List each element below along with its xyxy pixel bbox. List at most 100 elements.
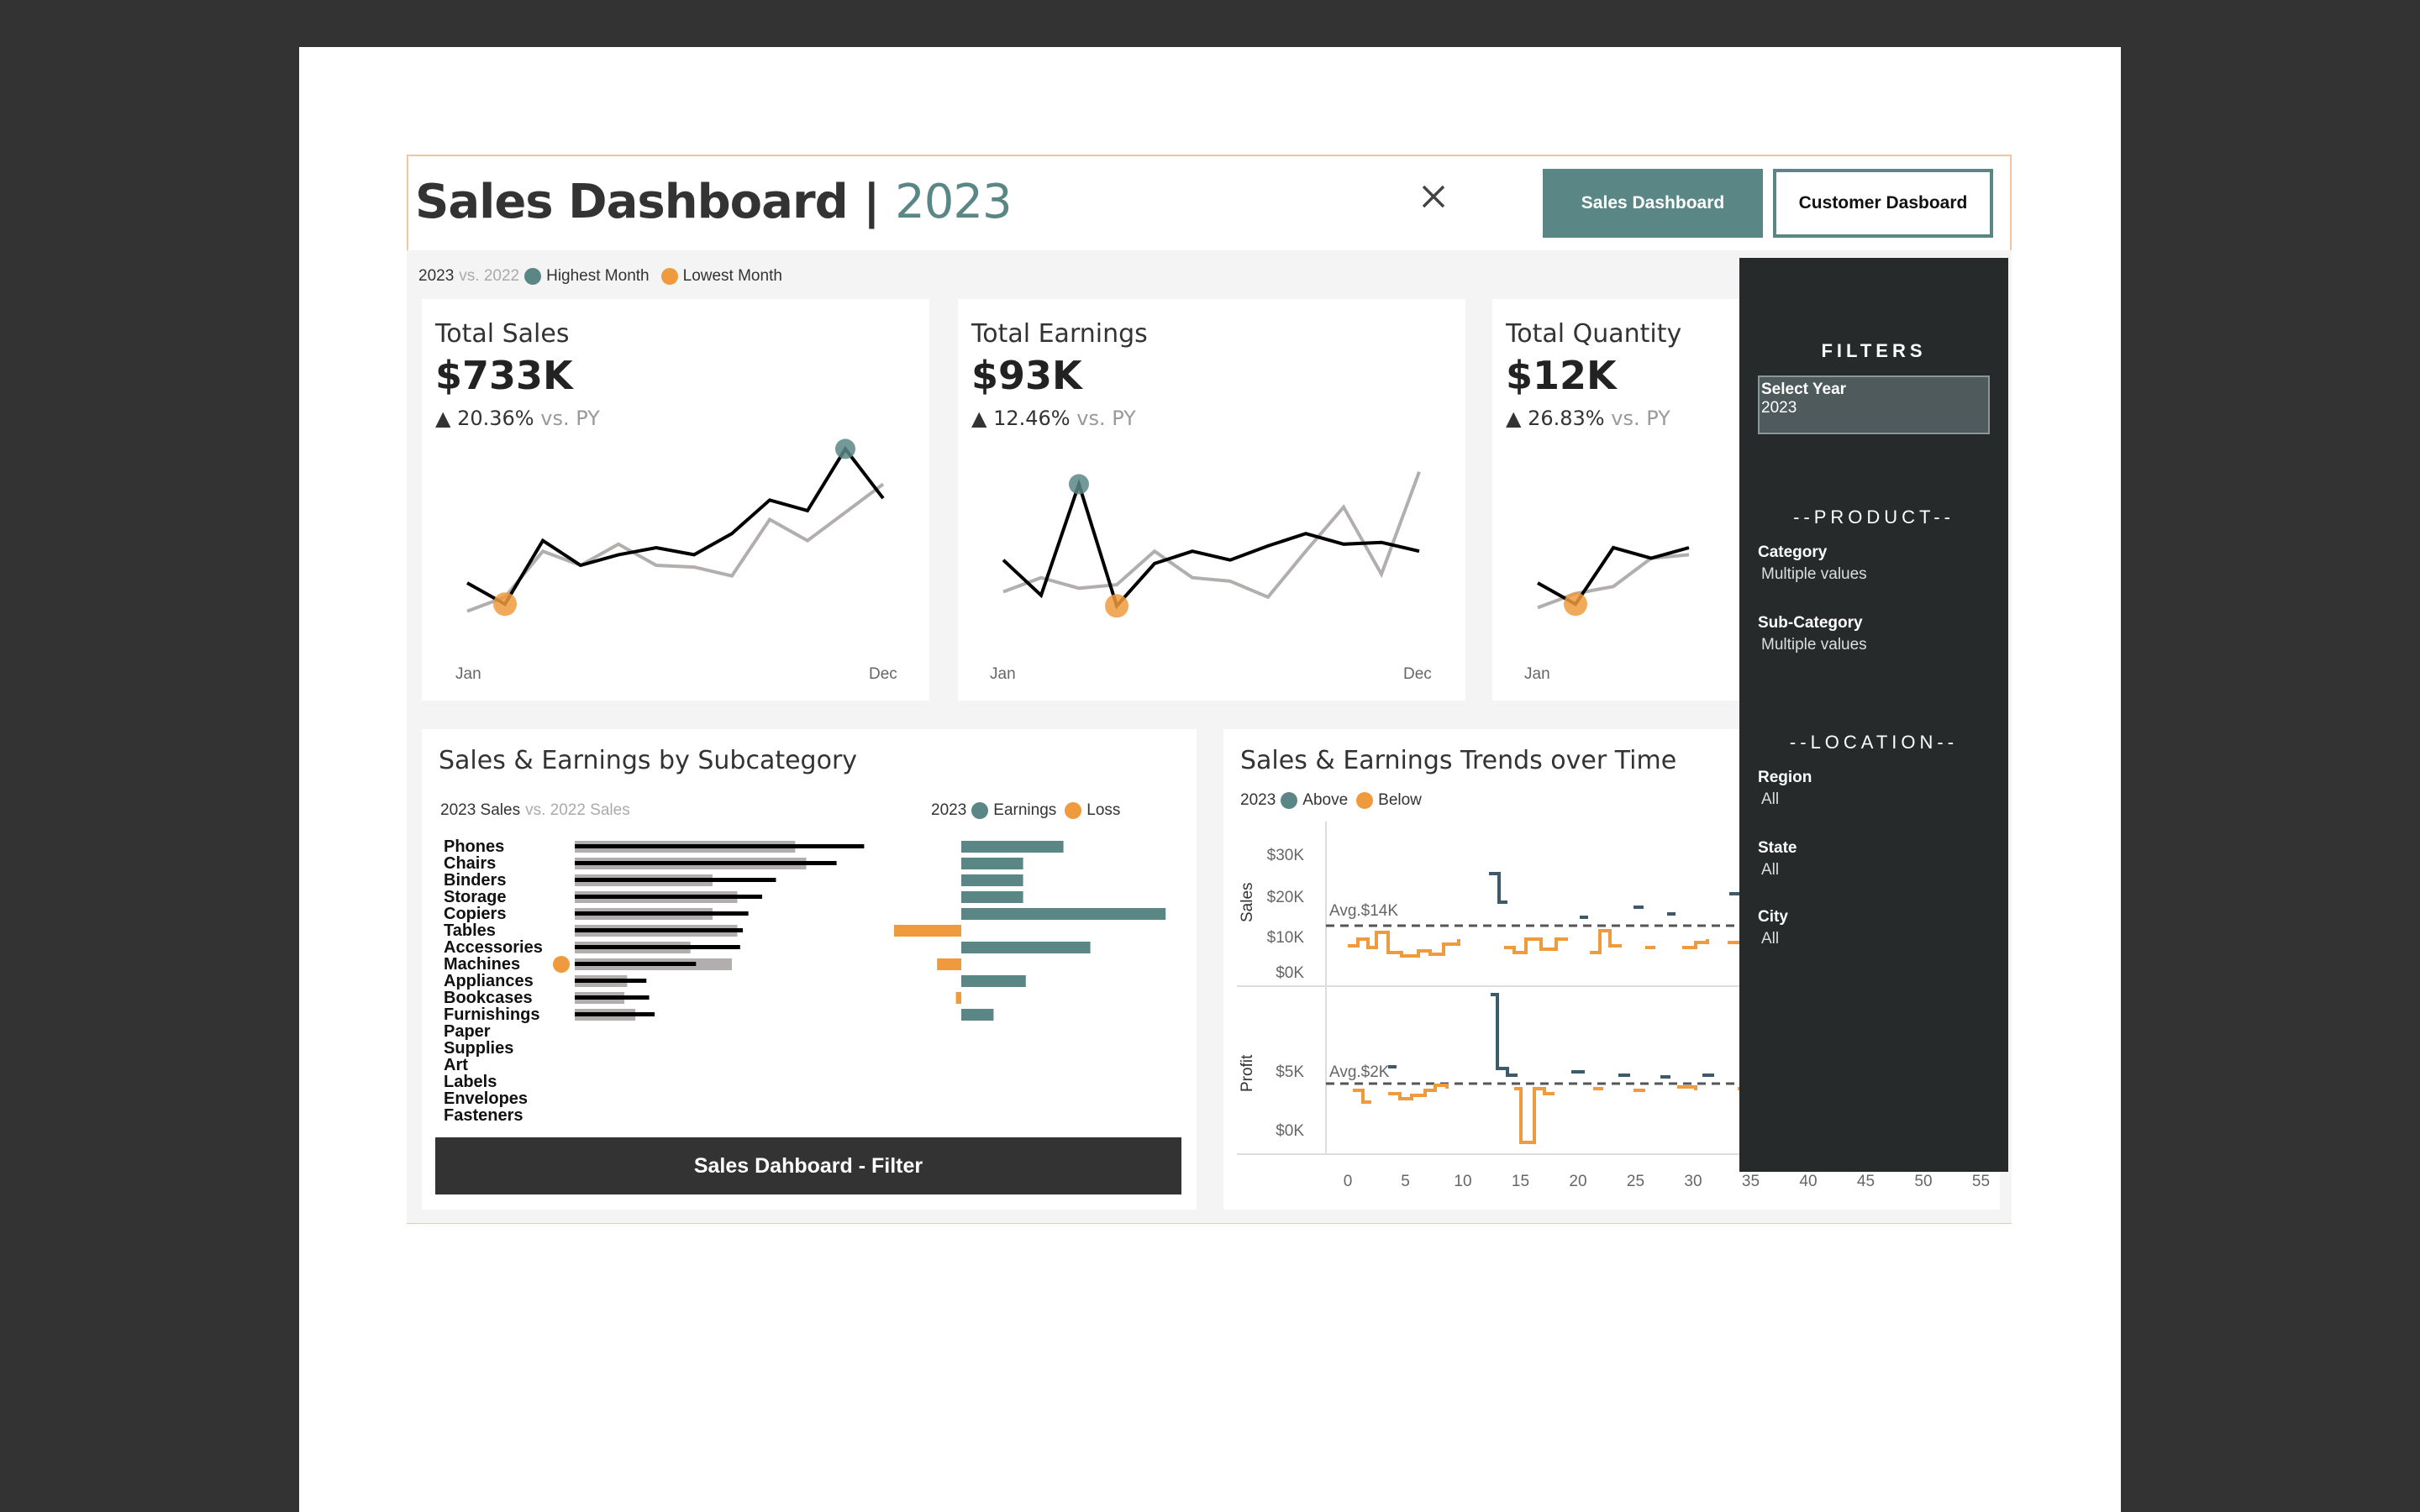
x-tick-label: 15 <box>1512 1173 1529 1190</box>
below-average-step <box>1590 929 1622 954</box>
legend-above: Above <box>1302 791 1349 809</box>
below-average-step <box>1504 937 1568 954</box>
x-tick-label: 40 <box>1799 1173 1817 1190</box>
profit-average-label: Avg.$2K <box>1329 1063 1390 1081</box>
legend-lowest-month: Lowest Month <box>682 267 782 285</box>
prior-year-line <box>1537 553 1690 610</box>
kpi-card-earnings[interactable]: Total Earnings $93K ▲ 12.46% vs. PY Jan … <box>958 299 1465 701</box>
legend-2023-sales: 2023 Sales <box>440 801 521 819</box>
x-axis-start-label: Jan <box>990 665 1016 683</box>
loss-marker <box>553 956 570 973</box>
x-tick-label: 5 <box>1401 1173 1410 1190</box>
city-value: All <box>1761 930 1780 948</box>
legend-loss: Loss <box>1086 801 1121 819</box>
highest-month-marker <box>835 438 855 459</box>
sales-tick-label: $10K <box>1267 929 1305 947</box>
select-year-dropdown[interactable]: Select Year 2023 <box>1758 375 1990 434</box>
profit-below-step <box>1677 1085 1697 1090</box>
current-sales-bar <box>575 979 647 983</box>
legend-current-year: 2023 <box>418 267 455 285</box>
subcategory-label: Sub-Category <box>1758 614 1863 632</box>
customer-dashboard-button[interactable]: Customer Dasboard <box>1773 169 1993 238</box>
subcategory-earnings-legend: 2023 Earnings Loss <box>931 801 1120 820</box>
state-value: All <box>1761 861 1780 879</box>
kpi-value: $93K <box>971 353 1082 398</box>
earnings-bar <box>961 874 1023 886</box>
profit-below-step <box>1353 1089 1371 1104</box>
loss-bar <box>894 925 961 937</box>
lowest-month-marker <box>493 592 517 617</box>
kpi-change-pct: ▲ 20.36% <box>435 407 534 430</box>
earnings-bar <box>961 858 1023 869</box>
current-sales-bar <box>575 844 865 848</box>
sales-tick-label: $0K <box>1276 964 1304 982</box>
page-title: Sales Dashboard | 2023 <box>415 175 1013 229</box>
current-sales-bar <box>575 962 697 966</box>
city-filter[interactable]: City All <box>1758 908 1788 948</box>
profit-below-step <box>1514 1087 1555 1144</box>
category-filter[interactable]: Category Multiple values <box>1758 543 1867 584</box>
subcategory-filter[interactable]: Sub-Category Multiple values <box>1758 614 1867 654</box>
earnings-marker-icon <box>971 802 989 819</box>
select-year-label: Select Year <box>1761 381 1847 398</box>
earnings-bar <box>961 841 1064 853</box>
loss-bar <box>937 958 961 970</box>
x-tick-label: 35 <box>1742 1173 1760 1190</box>
x-axis-end-label: Dec <box>869 665 897 683</box>
kpi-change-pct: ▲ 12.46% <box>971 407 1071 430</box>
filters-sidebar: FILTERS Select Year 2023 --PRODUCT-- Cat… <box>1739 258 2008 1172</box>
panel-title: Sales & Earnings Trends over Time <box>1240 746 1677 775</box>
sales-tick-label: $20K <box>1267 889 1305 906</box>
kpi-card-sales[interactable]: Total Sales $733K ▲ 20.36% vs. PY Jan De… <box>422 299 929 701</box>
subcategory-bar-chart <box>553 841 1166 1021</box>
x-tick-label: 50 <box>1914 1173 1932 1190</box>
current-sales-bar <box>575 945 740 949</box>
earnings-bar <box>961 942 1091 953</box>
x-tick-label: 10 <box>1454 1173 1471 1190</box>
legend-below: Below <box>1378 791 1422 809</box>
sales-dashboard-button[interactable]: Sales Dashboard <box>1543 169 1763 238</box>
region-filter[interactable]: Region All <box>1758 769 1812 809</box>
category-value: Multiple values <box>1761 565 1867 583</box>
state-filter[interactable]: State All <box>1758 839 1797 879</box>
profit-below-step <box>1388 1084 1449 1100</box>
subcategory-label: Labels <box>444 1073 497 1091</box>
kpi-label: Total Quantity <box>1506 319 1682 349</box>
x-axis-end-label: Dec <box>1403 665 1432 683</box>
legend-vs-year: vs. 2022 <box>459 267 520 285</box>
subcategory-label: Fasteners <box>444 1106 523 1125</box>
close-icon[interactable] <box>1417 180 1450 213</box>
subcategory-label: Envelopes <box>444 1089 529 1108</box>
prior-year-line <box>466 482 885 613</box>
select-year-value: 2023 <box>1761 399 1797 417</box>
profit-above-step <box>1491 993 1518 1077</box>
legend-earnings: Earnings <box>993 801 1057 819</box>
kpi-change: ▲ 20.36% vs. PY <box>435 407 600 430</box>
above-average-step <box>1489 872 1507 904</box>
profit-tick-label: $0K <box>1276 1122 1304 1140</box>
x-tick-label: 45 <box>1857 1173 1875 1190</box>
kpi-value: $12K <box>1506 353 1617 398</box>
trends-legend: 2023 Above Below <box>1240 791 1422 810</box>
above-marker-icon <box>1281 792 1298 809</box>
state-label: State <box>1758 839 1797 857</box>
region-label: Region <box>1758 769 1812 786</box>
lowest-month-marker-icon <box>660 268 678 285</box>
kpi-value: $733K <box>435 353 573 398</box>
sales-dashboard-filter-button[interactable]: Sales Dahboard - Filter <box>435 1137 1181 1194</box>
earnings-bar <box>961 891 1023 903</box>
subcategory-sales-legend: 2023 Sales vs. 2022 Sales <box>440 801 630 820</box>
legend-highest-month: Highest Month <box>546 267 650 285</box>
subcategory-label: Paper <box>444 1022 491 1041</box>
subcategory-label: Art <box>444 1056 468 1074</box>
kpi-change: ▲ 26.83% vs. PY <box>1506 407 1670 430</box>
sales-average-label: Avg.$14K <box>1329 902 1398 920</box>
x-tick-label: 25 <box>1627 1173 1644 1190</box>
x-axis-start-label: Jan <box>455 665 481 683</box>
page-title-main: Sales Dashboard | <box>415 175 881 229</box>
category-label: Category <box>1758 543 1828 561</box>
kpi-card-quantity[interactable]: Total Quantity $12K ▲ 26.83% vs. PY Jan <box>1492 299 1744 701</box>
below-marker-icon <box>1356 792 1374 809</box>
legend-year: 2023 <box>931 801 967 819</box>
sales-sparkline-chart <box>466 438 885 617</box>
